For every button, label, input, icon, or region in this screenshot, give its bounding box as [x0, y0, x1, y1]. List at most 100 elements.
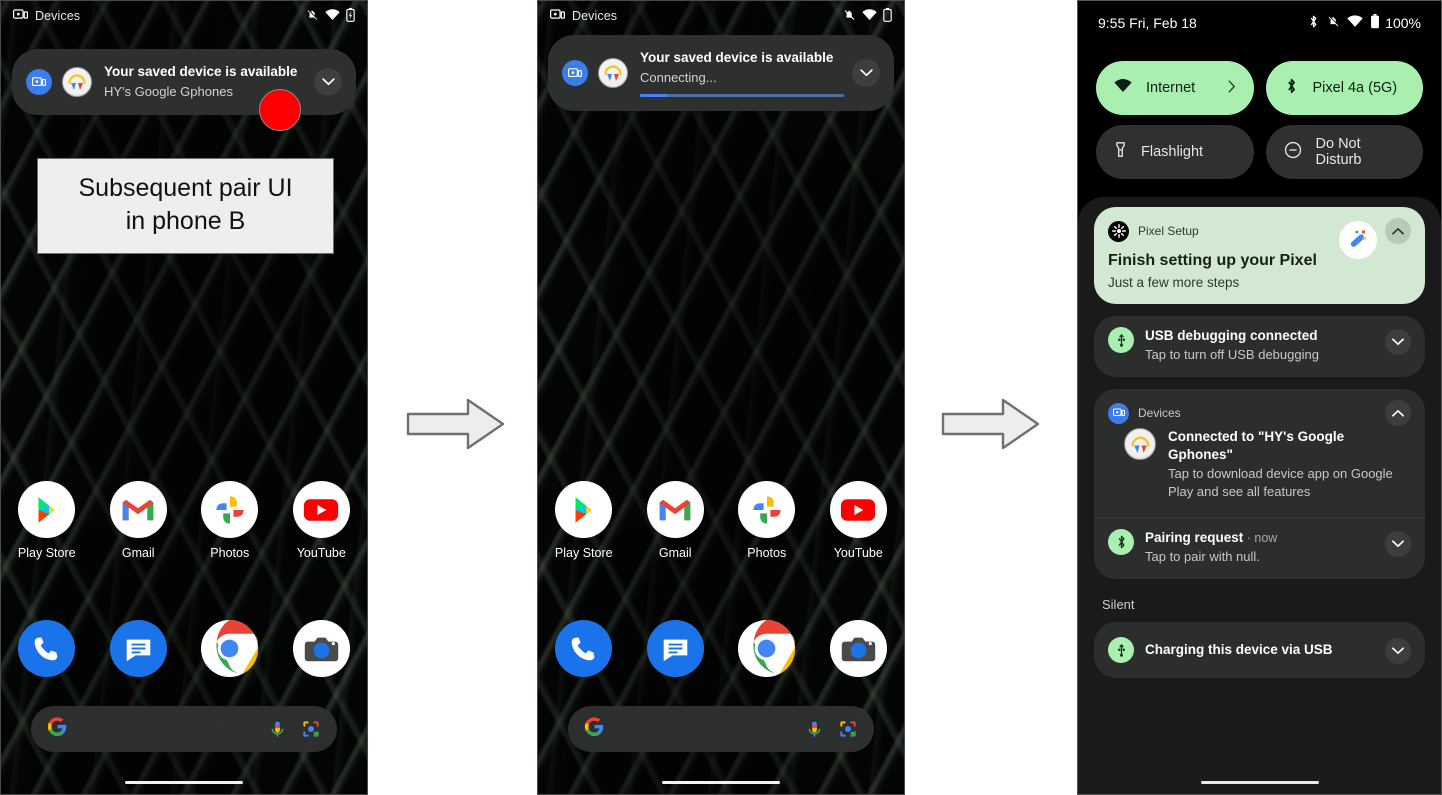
quick-settings-tiles: Internet Pixel 4a (5G) Flashlight Do Not…	[1096, 61, 1423, 179]
notification-title: Charging this device via USB	[1145, 642, 1333, 657]
wifi-icon	[325, 8, 340, 24]
notification-title: USB debugging connected	[1145, 328, 1318, 343]
app-photos[interactable]: Photos	[721, 481, 813, 560]
dock-phone[interactable]	[538, 619, 630, 678]
notification-pixel-setup[interactable]: Pixel Setup Finish setting up your Pixel…	[1094, 207, 1425, 304]
app-gmail[interactable]: Gmail	[93, 481, 185, 560]
status-bar-app-label: Devices	[35, 9, 81, 23]
gmail-icon	[109, 481, 167, 538]
app-label: YouTube	[296, 546, 346, 560]
callout-line-2: in phone B	[125, 207, 246, 235]
notification-charging-usb[interactable]: Charging this device via USB	[1094, 622, 1425, 678]
notification-title: Your saved device is available	[640, 50, 834, 65]
pixel-setup-icon	[1108, 220, 1129, 242]
battery-percent: 100%	[1385, 15, 1421, 31]
app-label: Play Store	[17, 546, 76, 560]
notification-title: Connected to "HY's Google Gphones"	[1168, 429, 1345, 462]
notification-subtitle: Tap to pair with null.	[1145, 549, 1260, 564]
camera-icon	[829, 619, 888, 678]
status-bar: Devices	[1, 1, 367, 31]
heads-up-notification[interactable]: Your saved device is available HY's Goog…	[12, 49, 356, 115]
app-youtube[interactable]: YouTube	[276, 481, 368, 560]
status-bar: 9:55 Fri, Feb 18 100%	[1078, 1, 1441, 45]
chevron-down-icon[interactable]	[852, 59, 880, 87]
youtube-icon	[292, 481, 350, 538]
earbuds-avatar-icon	[1124, 428, 1156, 460]
dock-chrome[interactable]	[721, 619, 813, 678]
notification-title: Pairing request · now	[1145, 530, 1278, 545]
dock	[1, 619, 367, 678]
youtube-icon	[829, 481, 887, 538]
heads-up-notification[interactable]: Your saved device is available Connectin…	[548, 35, 894, 111]
google-photos-icon	[201, 481, 259, 538]
chevron-up-icon[interactable]	[1385, 218, 1411, 244]
phone-icon	[554, 619, 613, 678]
chevron-up-icon[interactable]	[1385, 400, 1411, 426]
notification-pairing-request[interactable]: Pairing request · now Tap to pair with n…	[1094, 518, 1425, 579]
chrome-icon	[737, 619, 796, 678]
devices-icon	[550, 8, 565, 24]
tile-bluetooth-device[interactable]: Pixel 4a (5G)	[1265, 61, 1423, 115]
app-label: Photos	[747, 546, 787, 560]
notification-devices-group[interactable]: Devices Connected to "HY's Google Gphone…	[1094, 389, 1425, 579]
usb-icon	[1108, 637, 1134, 663]
bluetooth-icon	[1307, 14, 1320, 32]
google-g-icon	[584, 716, 605, 742]
notification-title: Your saved device is available	[104, 64, 298, 79]
tile-label: Internet	[1146, 80, 1196, 96]
connecting-progress-bar	[640, 94, 844, 97]
dock-messages[interactable]	[93, 619, 185, 678]
tile-internet[interactable]: Internet	[1096, 61, 1254, 115]
app-label: Play Store	[554, 546, 613, 560]
app-play-store[interactable]: Play Store	[1, 481, 93, 560]
camera-icon	[292, 619, 351, 678]
google-lens-icon[interactable]	[301, 719, 321, 739]
chevron-down-icon[interactable]	[314, 68, 342, 96]
app-gmail[interactable]: Gmail	[630, 481, 722, 560]
dock-camera[interactable]	[813, 619, 905, 678]
dock-chrome[interactable]	[184, 619, 276, 678]
tile-do-not-disturb[interactable]: Do Not Disturb	[1265, 125, 1423, 179]
dock-messages[interactable]	[630, 619, 722, 678]
status-bar-time: 9:55 Fri, Feb 18	[1098, 15, 1197, 31]
microphone-icon[interactable]	[268, 720, 287, 739]
microphone-icon[interactable]	[805, 720, 824, 739]
phone-c-notification-shade: 9:55 Fri, Feb 18 100% Internet Pixel 4a …	[1077, 0, 1442, 795]
dock	[538, 619, 904, 678]
chevron-down-icon[interactable]	[1385, 329, 1411, 355]
phone-icon	[17, 619, 76, 678]
phone-a-screenshot: Devices Your saved device is available H…	[0, 0, 368, 795]
play-store-icon	[18, 481, 76, 538]
tile-flashlight[interactable]: Flashlight	[1096, 125, 1254, 179]
google-search-bar[interactable]	[31, 706, 337, 752]
earbuds-avatar-icon	[598, 58, 628, 88]
chevron-down-icon[interactable]	[1385, 638, 1411, 664]
app-youtube[interactable]: YouTube	[813, 481, 905, 560]
navigation-pill	[1200, 780, 1319, 784]
google-g-icon	[47, 716, 68, 742]
status-bar-app-label: Devices	[572, 9, 618, 23]
chevron-right-icon[interactable]	[1228, 80, 1236, 96]
battery-icon	[883, 7, 892, 25]
dock-phone[interactable]	[1, 619, 93, 678]
app-photos[interactable]: Photos	[184, 481, 276, 560]
google-search-bar[interactable]	[568, 706, 874, 752]
wifi-icon	[862, 8, 877, 24]
bluetooth-icon	[1284, 77, 1299, 99]
devices-icon	[1108, 402, 1129, 424]
google-lens-icon[interactable]	[838, 719, 858, 739]
app-label: YouTube	[833, 546, 883, 560]
status-bar: Devices	[538, 1, 904, 31]
magic-wand-icon	[1339, 221, 1377, 259]
home-app-row: Play Store Gmail Photos YouTube	[538, 481, 904, 560]
chevron-down-icon[interactable]	[1385, 531, 1411, 557]
notification-usb-debugging[interactable]: USB debugging connected Tap to turn off …	[1094, 316, 1425, 377]
app-play-store[interactable]: Play Store	[538, 481, 630, 560]
do-not-disturb-icon	[1284, 141, 1302, 163]
dock-camera[interactable]	[276, 619, 368, 678]
battery-icon	[1370, 14, 1380, 32]
notification-list: Pixel Setup Finish setting up your Pixel…	[1078, 197, 1441, 794]
bell-muted-icon	[306, 8, 319, 25]
phone-b-screenshot: Devices Your saved device is available C…	[537, 0, 905, 795]
comparison-figure: Devices Your saved device is available H…	[0, 0, 1442, 795]
